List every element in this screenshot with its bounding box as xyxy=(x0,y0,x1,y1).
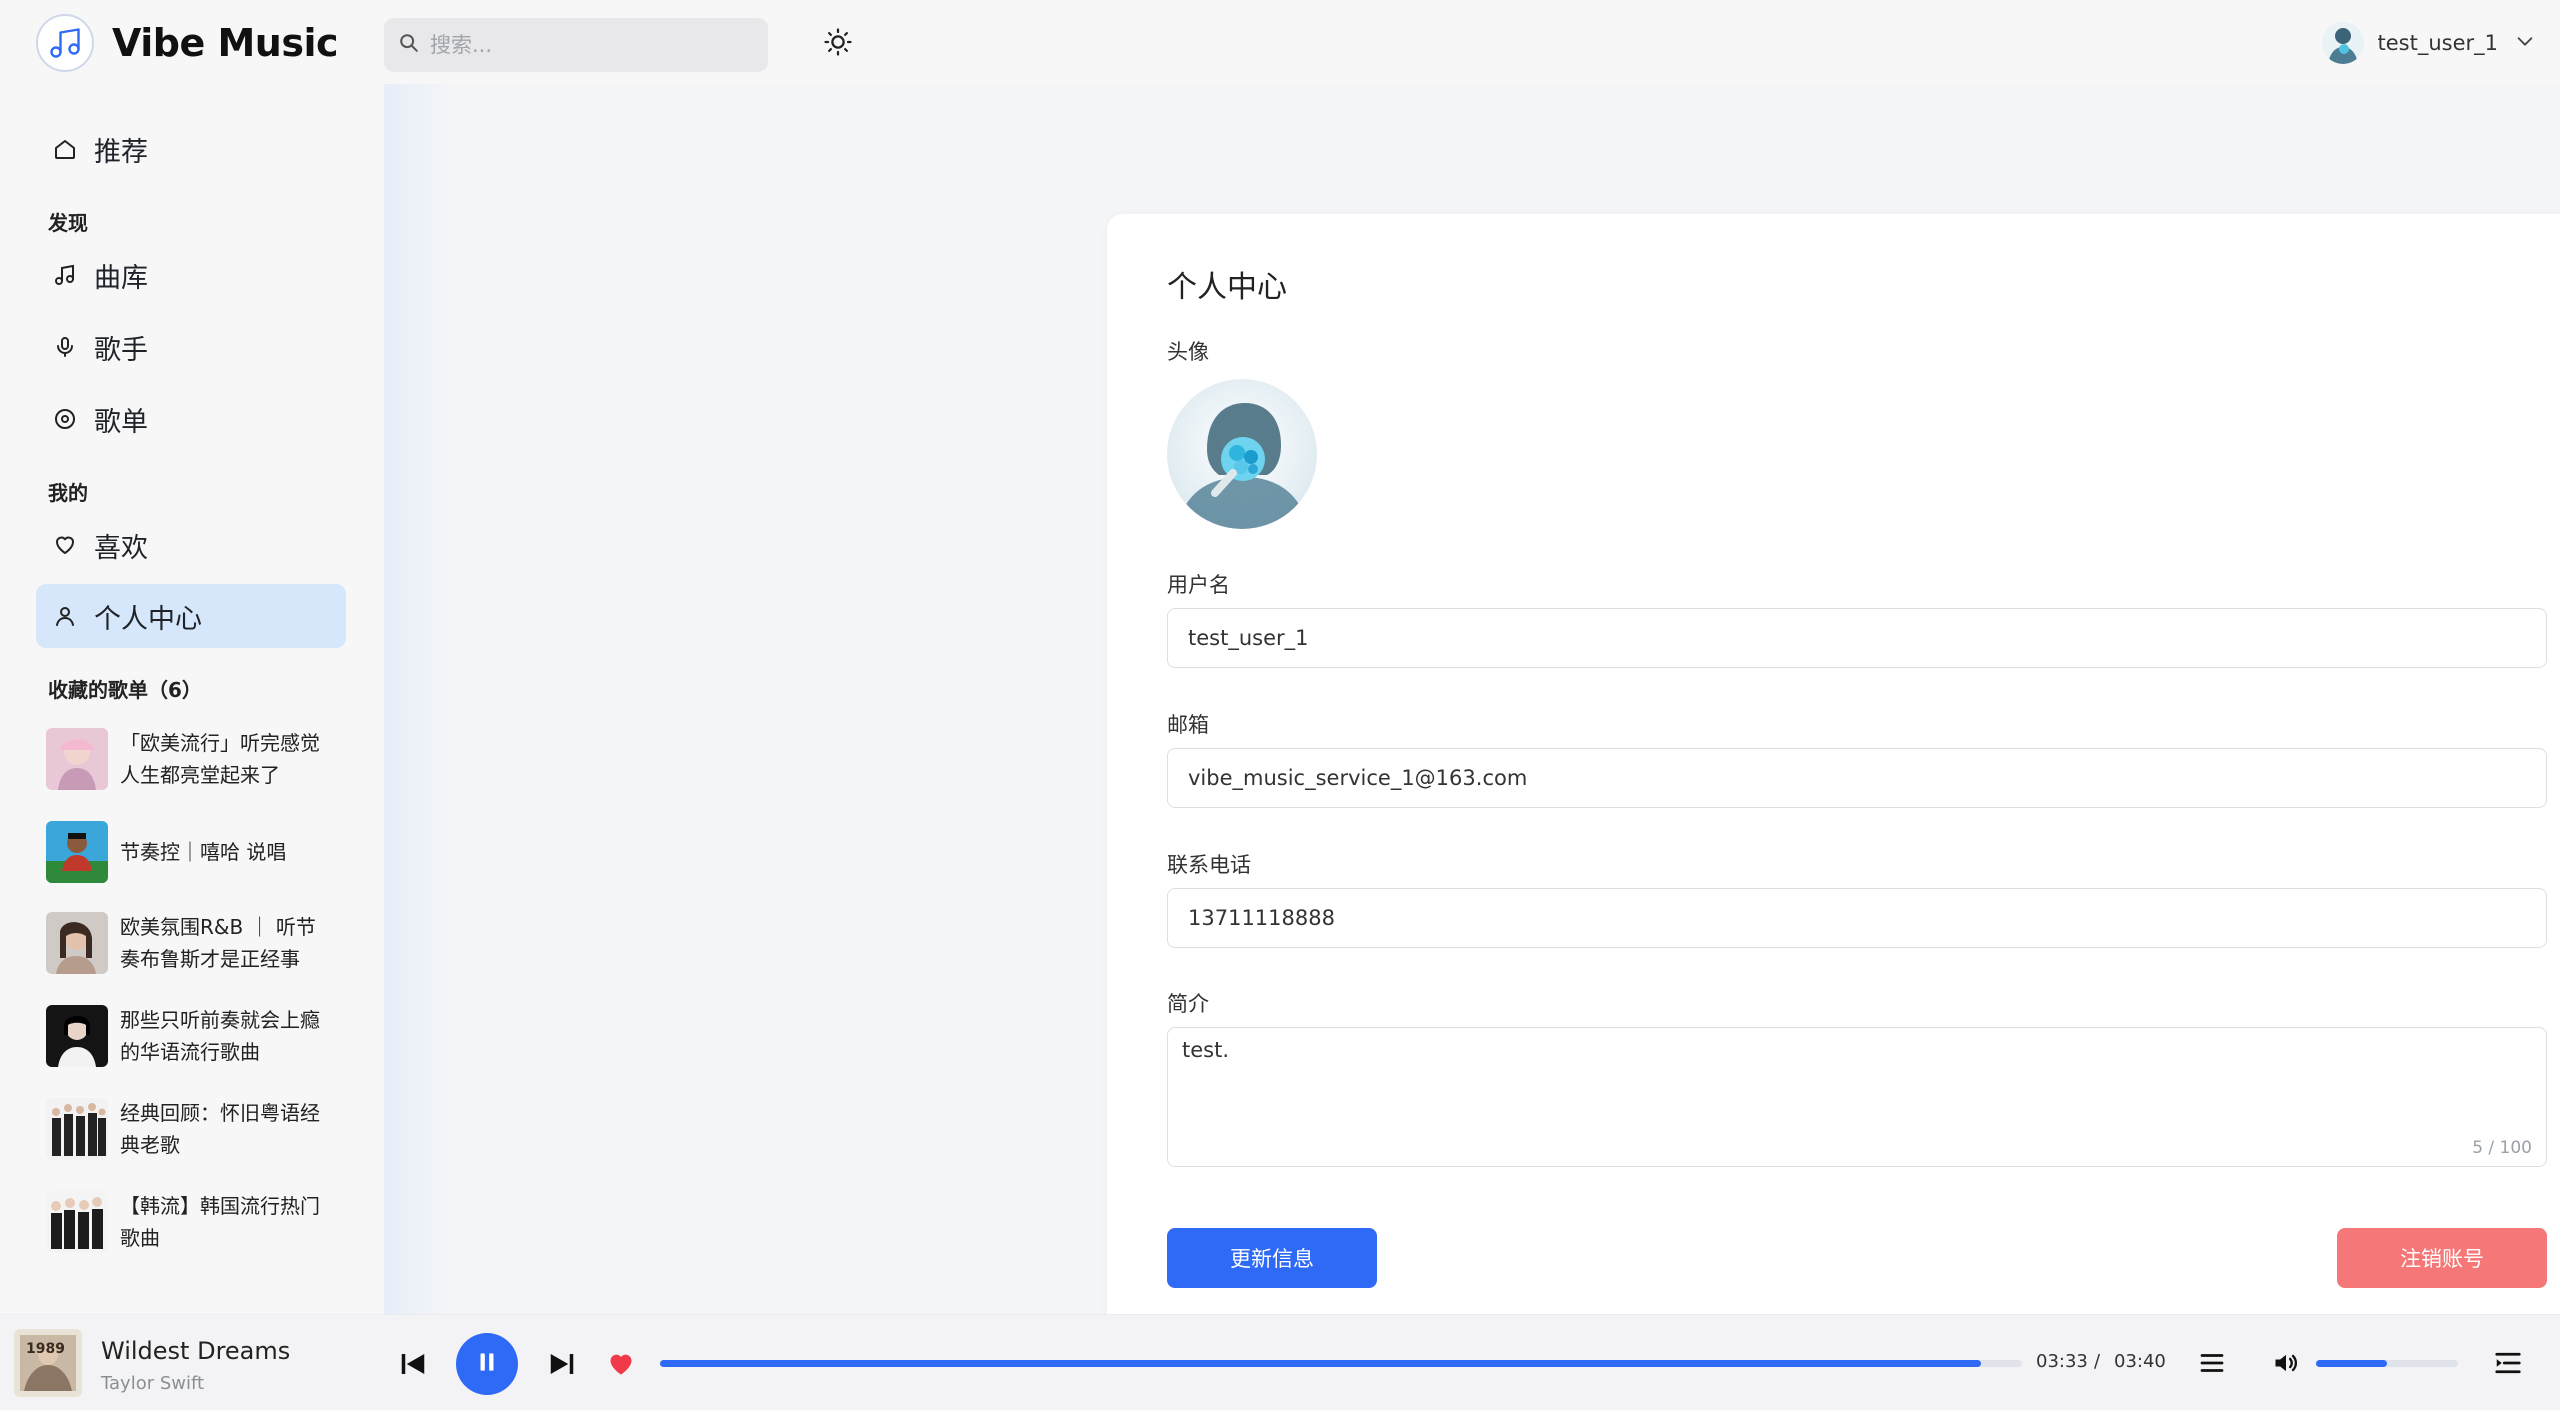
bio-textarea[interactable]: test. xyxy=(1168,1028,2546,1166)
disc-icon xyxy=(50,404,80,434)
music-note-icon xyxy=(36,14,94,72)
prev-icon[interactable] xyxy=(396,1347,430,1381)
volume-icon[interactable] xyxy=(2268,1345,2304,1381)
heart-icon xyxy=(50,530,80,560)
time-separator: / xyxy=(2094,1351,2101,1372)
playlist-cover xyxy=(46,912,108,974)
user-name: test_user_1 xyxy=(2377,31,2499,55)
email-field[interactable] xyxy=(1167,748,2547,808)
bio-char-counter: 5 / 100 xyxy=(2472,1138,2532,1158)
sidebar: 推荐 发现 曲库 歌手 歌单 我的 喜欢 个人中心 收藏的歌单（6） 「欧美流行… xyxy=(0,84,384,1314)
playlist-cover xyxy=(46,1191,108,1253)
sidebar-item-label: 曲库 xyxy=(94,262,148,294)
top-header: Vibe Music test_user_1 xyxy=(0,0,2560,84)
playlist-name: 节奏控｜嘻哈 说唱 xyxy=(120,840,287,864)
volume-fill xyxy=(2316,1360,2387,1367)
album-cover[interactable]: 1989 xyxy=(14,1329,82,1397)
current-time: 03:33 xyxy=(2036,1351,2088,1372)
song-artist[interactable]: Taylor Swift xyxy=(101,1373,204,1394)
playlist-icon[interactable] xyxy=(2194,1345,2230,1381)
avatar-label: 头像 xyxy=(1167,340,1209,364)
profile-card: 个人中心 头像 用户名 test_user_1 邮箱 vibe_music_se… xyxy=(1107,214,2560,1346)
collected-playlist-item[interactable]: 「欧美流行」听完感觉 人生都亮堂起来了 xyxy=(46,726,346,792)
collected-playlist-item[interactable]: 【韩流】韩国流行热门 歌曲 xyxy=(46,1189,346,1255)
playlist-cover xyxy=(46,728,108,790)
playlist-name: 那些只听前奏就会上瘾 的华语流行歌曲 xyxy=(120,1008,320,1064)
song-title: Wildest Dreams xyxy=(101,1337,291,1365)
total-time: 03:40 xyxy=(2114,1351,2166,1372)
playlist-cover xyxy=(46,1098,108,1160)
main-content: 个人中心 头像 用户名 test_user_1 邮箱 vibe_music_se… xyxy=(384,84,2560,1346)
user-menu[interactable]: test_user_1 xyxy=(2321,18,2537,68)
bio-field-wrapper: test. 5 / 100 xyxy=(1167,1027,2547,1167)
playlist-name: 经典回顾：怀旧粤语经 典老歌 xyxy=(120,1101,320,1157)
mic-icon xyxy=(50,332,80,362)
sidebar-item-recommend[interactable]: 推荐 xyxy=(36,117,346,181)
avatar[interactable] xyxy=(2321,22,2364,64)
username-field[interactable] xyxy=(1167,608,2547,668)
player-bar: 1989 Wildest Dreams Taylor Swift 03:33 /… xyxy=(0,1314,2560,1410)
phone-field[interactable] xyxy=(1167,888,2547,948)
search-bar[interactable] xyxy=(384,18,768,72)
pause-icon xyxy=(474,1349,500,1379)
delete-account-button[interactable]: 注销账号 xyxy=(2337,1228,2547,1288)
user-icon xyxy=(50,601,80,631)
phone-label: 联系电话 xyxy=(1167,853,1251,877)
app-logo[interactable]: Vibe Music xyxy=(36,14,339,72)
sun-icon[interactable] xyxy=(818,22,858,62)
section-title-discover: 发现 xyxy=(48,211,88,235)
progress-fill xyxy=(660,1360,1982,1367)
playlist-cover xyxy=(46,821,108,883)
music-icon xyxy=(50,260,80,290)
progress-slider[interactable] xyxy=(660,1360,2022,1367)
app-name: Vibe Music xyxy=(112,21,339,65)
email-label: 邮箱 xyxy=(1167,713,1209,737)
volume-slider[interactable] xyxy=(2316,1360,2458,1367)
collected-playlist-item[interactable]: 经典回顾：怀旧粤语经 典老歌 xyxy=(46,1096,346,1162)
sidebar-item-profile[interactable]: 个人中心 xyxy=(36,584,346,648)
playlist-cover xyxy=(46,1005,108,1067)
update-info-button[interactable]: 更新信息 xyxy=(1167,1228,1377,1288)
section-title-collected: 收藏的歌单（6） xyxy=(48,678,202,702)
sidebar-item-playlists[interactable]: 歌单 xyxy=(36,387,346,451)
playlist-name: 「欧美流行」听完感觉 人生都亮堂起来了 xyxy=(120,731,320,787)
collected-playlist-item[interactable]: 那些只听前奏就会上瘾 的华语流行歌曲 xyxy=(46,1003,346,1069)
sidebar-item-label: 推荐 xyxy=(94,136,148,168)
collected-playlist-item[interactable]: 节奏控｜嘻哈 说唱 xyxy=(46,819,346,885)
playlist-name: 欧美氛围R&B ｜ 听节 奏布鲁斯才是正经事 xyxy=(120,915,316,971)
search-input[interactable] xyxy=(430,33,750,57)
pause-button[interactable] xyxy=(456,1333,518,1395)
playlist-name: 【韩流】韩国流行热门 歌曲 xyxy=(120,1194,320,1250)
sidebar-item-label: 歌手 xyxy=(94,334,148,366)
section-title-mine: 我的 xyxy=(48,481,88,505)
queue-icon[interactable] xyxy=(2490,1345,2526,1381)
username-label: 用户名 xyxy=(1167,573,1230,597)
collected-playlist-item[interactable]: 欧美氛围R&B ｜ 听节 奏布鲁斯才是正经事 xyxy=(46,910,346,976)
heart-icon[interactable] xyxy=(604,1347,638,1381)
chevron-down-icon[interactable] xyxy=(2514,30,2536,56)
home-icon xyxy=(50,134,80,164)
bio-label: 简介 xyxy=(1167,992,1209,1016)
sidebar-item-artists[interactable]: 歌手 xyxy=(36,315,346,379)
next-icon[interactable] xyxy=(545,1347,579,1381)
sidebar-item-library[interactable]: 曲库 xyxy=(36,243,346,307)
profile-avatar-upload[interactable] xyxy=(1167,379,1317,529)
search-icon xyxy=(398,32,420,58)
sidebar-item-likes[interactable]: 喜欢 xyxy=(36,513,346,577)
sidebar-item-label: 喜欢 xyxy=(94,532,148,564)
sidebar-item-label: 个人中心 xyxy=(94,603,202,635)
sidebar-item-label: 歌单 xyxy=(94,406,148,438)
svg-text:1989: 1989 xyxy=(26,1341,65,1357)
page-title: 个人中心 xyxy=(1167,270,1287,305)
